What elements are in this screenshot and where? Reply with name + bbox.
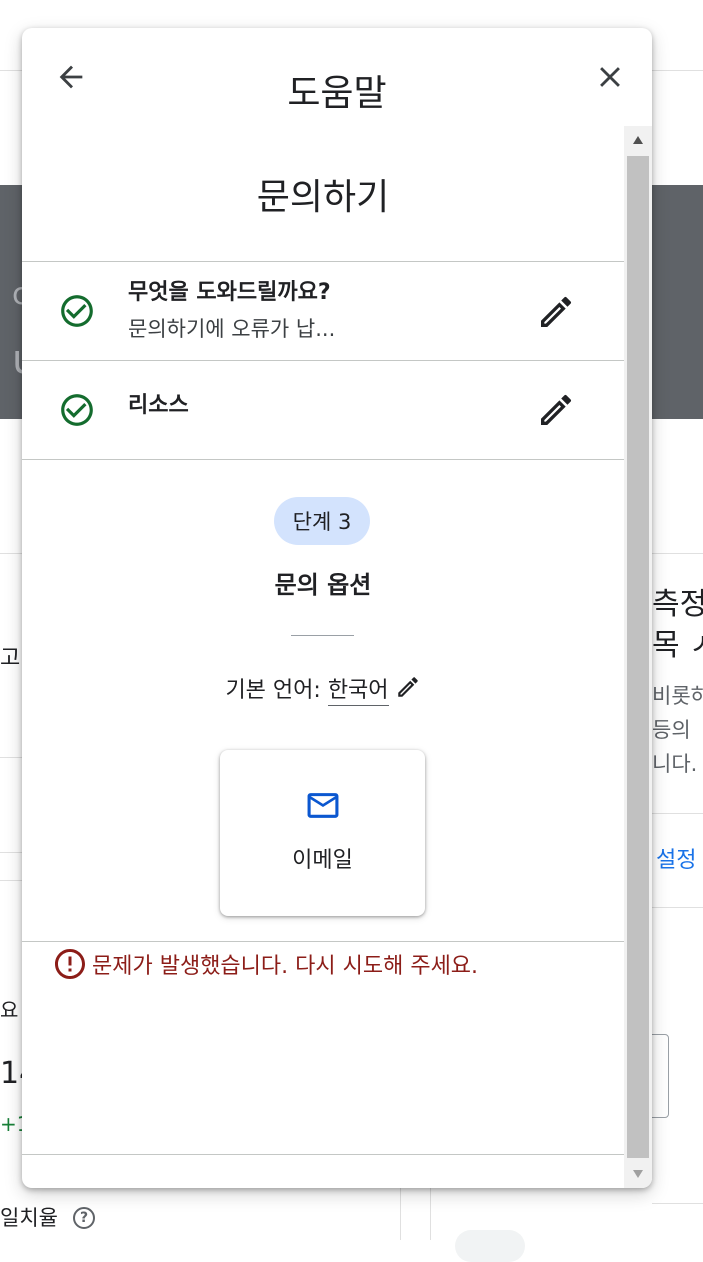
- help-icon[interactable]: ?: [73, 1207, 95, 1229]
- background-divider: [0, 880, 22, 881]
- background-divider: [652, 813, 703, 814]
- background-heading: 측정: [652, 587, 703, 623]
- pencil-icon: [536, 390, 576, 430]
- language-value[interactable]: 한국어: [328, 678, 389, 706]
- dialog-content: 문의하기 무엇을 도와드릴까요? 문의하기에 오류가 납... 리소스 단계 3…: [22, 126, 624, 1188]
- error-icon: [52, 946, 88, 982]
- background-divider: [652, 1203, 703, 1204]
- language-row: 기본 언어: 한국어: [22, 674, 624, 704]
- scroll-down-button[interactable]: [624, 1160, 652, 1188]
- mail-icon: [304, 790, 342, 824]
- error-message: 문제가 발생했습니다. 다시 시도해 주세요.: [92, 948, 478, 980]
- background-label: 일치율: [0, 1206, 58, 1231]
- background-text: 비롯하: [652, 684, 703, 709]
- dialog-header: 도움말: [22, 28, 652, 126]
- options-title: 문의 옵션: [22, 573, 624, 597]
- language-label: 기본 언어:: [225, 678, 320, 703]
- edit-step-button[interactable]: [536, 390, 576, 430]
- background-heading: 목 ㅅ: [652, 628, 703, 664]
- close-icon: [593, 60, 627, 94]
- background-divider: [400, 1188, 401, 1240]
- background-divider: [0, 553, 22, 554]
- background-text: 요: [0, 998, 18, 1022]
- step-row-2[interactable]: 리소스: [22, 361, 624, 459]
- error-message-row: 문제가 발생했습니다. 다시 시도해 주세요.: [52, 946, 478, 982]
- email-option-card[interactable]: 이메일: [220, 750, 425, 916]
- edit-step-button[interactable]: [536, 292, 576, 332]
- background-text: 니다.: [652, 752, 697, 777]
- short-divider: [291, 635, 354, 636]
- pencil-icon[interactable]: [395, 674, 421, 700]
- background-text: 등의: [652, 718, 691, 743]
- background-chip[interactable]: [455, 1230, 525, 1262]
- close-button[interactable]: [586, 53, 634, 101]
- background-settings-link[interactable]: 설정: [656, 848, 696, 874]
- section-title: 문의하기: [22, 180, 624, 216]
- dialog-title: 도움말: [22, 76, 652, 112]
- scrollbar-thumb[interactable]: [627, 156, 649, 1158]
- check-circle-icon: [58, 391, 96, 429]
- step-title: 무엇을 도와드릴까요?: [128, 282, 331, 304]
- divider: [22, 459, 624, 460]
- email-label: 이메일: [220, 850, 425, 872]
- background-divider: [652, 553, 703, 554]
- background-divider: [0, 852, 22, 853]
- step-subtitle: 문의하기에 오류가 납...: [128, 319, 335, 340]
- help-dialog: 도움말 문의하기 무엇을 도와드릴까요? 문의하기에 오류가 납... 리소스: [22, 28, 652, 1188]
- divider: [22, 1154, 624, 1155]
- scrollbar[interactable]: [624, 126, 652, 1188]
- pencil-icon: [536, 292, 576, 332]
- step-row-1[interactable]: 무엇을 도와드릴까요? 문의하기에 오류가 납...: [22, 262, 624, 360]
- check-circle-icon: [58, 292, 96, 330]
- triangle-up-icon: [632, 135, 644, 145]
- background-divider: [0, 757, 22, 758]
- triangle-down-icon: [632, 1169, 644, 1179]
- background-divider: [430, 1188, 431, 1240]
- background-divider: [652, 907, 703, 908]
- scroll-up-button[interactable]: [624, 126, 652, 154]
- divider: [22, 941, 624, 942]
- step-title: 리소스: [128, 395, 189, 417]
- step-chip: 단계 3: [274, 497, 370, 545]
